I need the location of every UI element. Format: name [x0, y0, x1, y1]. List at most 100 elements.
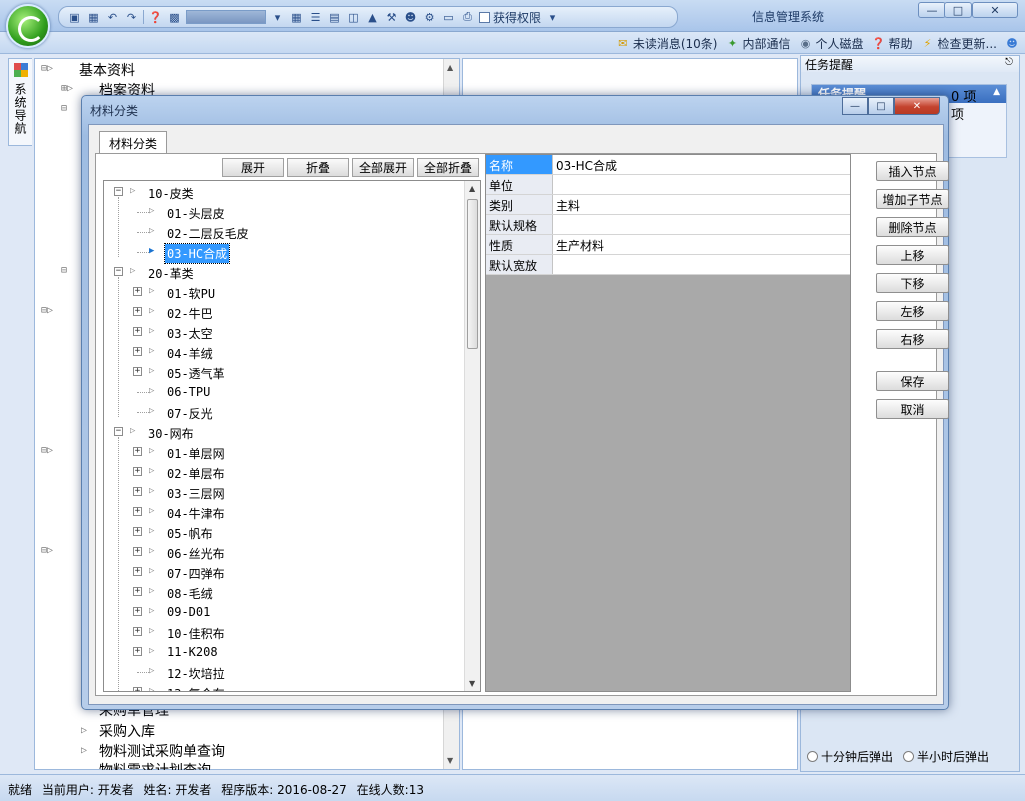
expand-icon[interactable]: +	[133, 567, 142, 576]
collapse-icon[interactable]: −	[114, 427, 123, 436]
scroll-up-icon[interactable]: ▲	[469, 184, 475, 193]
property-row[interactable]: 单位	[486, 175, 850, 195]
expand-icon[interactable]: +	[133, 627, 142, 636]
expand-icon[interactable]: +	[133, 587, 142, 596]
expand-icon[interactable]: +	[133, 467, 142, 476]
check-update-link[interactable]: ⚡ 检查更新...	[921, 35, 997, 52]
tree-node[interactable]: + ▷ 05-透气革	[104, 363, 459, 383]
tree-node[interactable]: + ▷ 08-毛绒	[104, 583, 459, 603]
grid-icon[interactable]: ▦	[289, 10, 304, 25]
collapse-all-button[interactable]: 全部折叠	[417, 158, 479, 177]
property-value[interactable]: 生产材料	[556, 237, 604, 254]
checkbox-box[interactable]	[479, 11, 490, 23]
help-link[interactable]: ❓ 帮助	[872, 35, 913, 52]
radio-circle[interactable]	[807, 751, 818, 762]
half-hour-radio[interactable]: 半小时后弹出	[903, 748, 989, 765]
tree-node[interactable]: − ▷ 30-网布	[104, 423, 459, 443]
collapse-icon[interactable]: ⊟▷	[41, 63, 53, 74]
dialog-maximize-button[interactable]: □	[868, 97, 894, 115]
expand-icon[interactable]: +	[133, 287, 142, 296]
help-icon[interactable]: ❓	[148, 10, 163, 25]
ten-minutes-radio[interactable]: 十分钟后弹出	[807, 748, 893, 765]
insert-node-button[interactable]: 插入节点	[876, 161, 949, 181]
save-button[interactable]: 保存	[876, 371, 949, 391]
tree-node[interactable]: + ▷ 02-牛巴	[104, 303, 459, 323]
tree-node[interactable]: + ▷ 11-K208	[104, 643, 459, 663]
move-right-button[interactable]: 右移	[876, 329, 949, 349]
window-icon[interactable]: ▭	[441, 10, 456, 25]
pin-icon[interactable]: ⎋	[1005, 57, 1013, 68]
collapse-icon[interactable]: ⊟▷	[41, 445, 53, 456]
chevron-down-icon[interactable]: ▾	[270, 10, 285, 25]
nav-node-material-test[interactable]: 物料测试采购单查询	[99, 741, 225, 761]
expand-icon[interactable]: +	[133, 607, 142, 616]
nav-node-purchase-in[interactable]: 采购入库	[99, 721, 155, 741]
expand-icon[interactable]: +	[133, 507, 142, 516]
expand-icon[interactable]: +	[133, 487, 142, 496]
tree-node[interactable]: + ▷ 13-复合布	[104, 683, 459, 691]
tree-node[interactable]: + ▷ 03-太空	[104, 323, 459, 343]
tree-node[interactable]: + ▷ 01-单层网	[104, 443, 459, 463]
save-icon[interactable]: ▦	[86, 10, 101, 25]
tree-node[interactable]: + ▷ 07-四弹布	[104, 563, 459, 583]
expand-icon[interactable]: +	[133, 327, 142, 336]
tree-node[interactable]: ▷ 07-反光	[104, 403, 459, 423]
expand-button[interactable]: 展开	[222, 158, 284, 177]
tree-node[interactable]: + ▷ 10-佳积布	[104, 623, 459, 643]
tree-node[interactable]: + ▷ 02-单层布	[104, 463, 459, 483]
collapse-icon[interactable]: ⊟▷	[41, 545, 53, 556]
tree-node[interactable]: ▶ 03-HC合成	[104, 243, 459, 264]
tree-node[interactable]: + ▷ 04-羊绒	[104, 343, 459, 363]
tree-scrollbar[interactable]: ▲ ▼	[464, 181, 480, 691]
export-icon[interactable]: ◫	[346, 10, 361, 25]
collapse-icon[interactable]: ⊟	[61, 265, 67, 276]
expand-icon[interactable]: +	[133, 647, 142, 656]
lock-icon[interactable]: ▣	[67, 10, 82, 25]
collapse-icon[interactable]: −	[114, 187, 123, 196]
property-row[interactable]: 默认宽放	[486, 255, 850, 275]
expand-icon[interactable]: ⊞▷	[61, 83, 73, 94]
collapse-icon[interactable]: −	[114, 267, 123, 276]
tools-icon[interactable]: ⚒	[384, 10, 399, 25]
users-icon[interactable]: ☻	[1005, 37, 1019, 51]
unread-messages-link[interactable]: ✉ 未读消息(10条)	[616, 35, 717, 52]
qat-customize-icon[interactable]: ▾	[545, 10, 560, 25]
undo-icon[interactable]: ↶	[105, 10, 120, 25]
radio-circle[interactable]	[903, 751, 915, 762]
move-up-button[interactable]: 上移	[876, 245, 949, 265]
scroll-thumb[interactable]	[467, 199, 478, 349]
app-menu-orb-button[interactable]	[6, 4, 50, 48]
tree-icon[interactable]: ☰	[308, 10, 323, 25]
property-row[interactable]: 默认规格	[486, 215, 850, 235]
expand-icon[interactable]: +	[133, 347, 142, 356]
user-icon[interactable]: ☻	[403, 10, 418, 25]
tree-node[interactable]: ▷ 02-二层反毛皮	[104, 223, 459, 243]
expand-icon[interactable]: +	[133, 447, 142, 456]
tree-node[interactable]: + ▷ 01-软PU	[104, 283, 459, 303]
redo-icon[interactable]: ↷	[124, 10, 139, 25]
collapse-icon[interactable]: ⊟▷	[41, 305, 53, 316]
property-row[interactable]: 类别 主料	[486, 195, 850, 215]
property-row[interactable]: 性质 生产材料	[486, 235, 850, 255]
expand-icon[interactable]: +	[133, 307, 142, 316]
palette-icon[interactable]: ▩	[167, 10, 182, 25]
import-icon[interactable]: ▲	[365, 10, 380, 25]
internal-chat-link[interactable]: ✦ 内部通信	[726, 35, 791, 52]
collapse-icon[interactable]: ⊟	[61, 103, 67, 114]
property-row[interactable]: 名称 03-HC合成	[486, 155, 850, 175]
maximize-button[interactable]: □	[944, 2, 972, 18]
qat-combo-box[interactable]	[186, 10, 266, 24]
dialog-minimize-button[interactable]: —	[842, 97, 868, 115]
scroll-down-icon[interactable]: ▼	[469, 679, 475, 688]
move-down-button[interactable]: 下移	[876, 273, 949, 293]
system-nav-tab[interactable]: 系统导航	[8, 58, 32, 146]
scroll-down-icon[interactable]: ▼	[447, 756, 453, 765]
add-child-node-button[interactable]: 增加子节点	[876, 189, 949, 209]
dialog-close-button[interactable]: ✕	[894, 97, 940, 115]
get-permission-checkbox[interactable]: 获得权限	[479, 9, 541, 26]
nav-node-basic[interactable]: 基本资料	[79, 60, 135, 80]
nav-node-material-plan[interactable]: 物料需求计划查询	[99, 760, 211, 770]
expand-icon[interactable]: +	[133, 367, 142, 376]
property-value[interactable]: 主料	[556, 197, 580, 214]
tree-node[interactable]: + ▷ 05-帆布	[104, 523, 459, 543]
